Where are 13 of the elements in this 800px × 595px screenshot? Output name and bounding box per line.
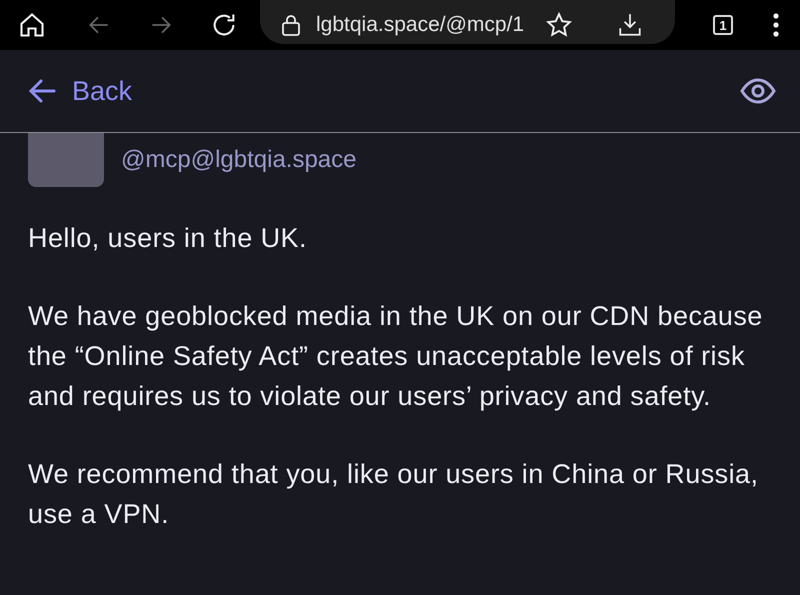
account-handle[interactable]: @mcp@lgbtqia.space: [121, 146, 356, 174]
tab-count[interactable]: 1: [713, 15, 733, 35]
menu-icon[interactable]: [773, 13, 779, 37]
post-paragraph: We have geoblocked media in the UK on our CDN because the “Online Safety Act” creates unacceptable levels of risk and requires us to violate our users’ privacy and safety.: [28, 300, 764, 413]
address-bar[interactable]: lgbtqia.space/@mcp/1: [260, 0, 675, 44]
back-button[interactable]: Back: [28, 76, 132, 106]
eye-icon[interactable]: [740, 78, 776, 104]
star-icon[interactable]: [546, 12, 572, 38]
home-icon[interactable]: [18, 11, 46, 39]
lock-icon: [280, 13, 302, 37]
post-paragraph: We recommend that you, like our users in China or Russia, use a VPN.: [28, 458, 760, 531]
back-arrow-icon: [28, 78, 56, 104]
post-paragraph: Hello, users in the UK.: [28, 222, 308, 255]
